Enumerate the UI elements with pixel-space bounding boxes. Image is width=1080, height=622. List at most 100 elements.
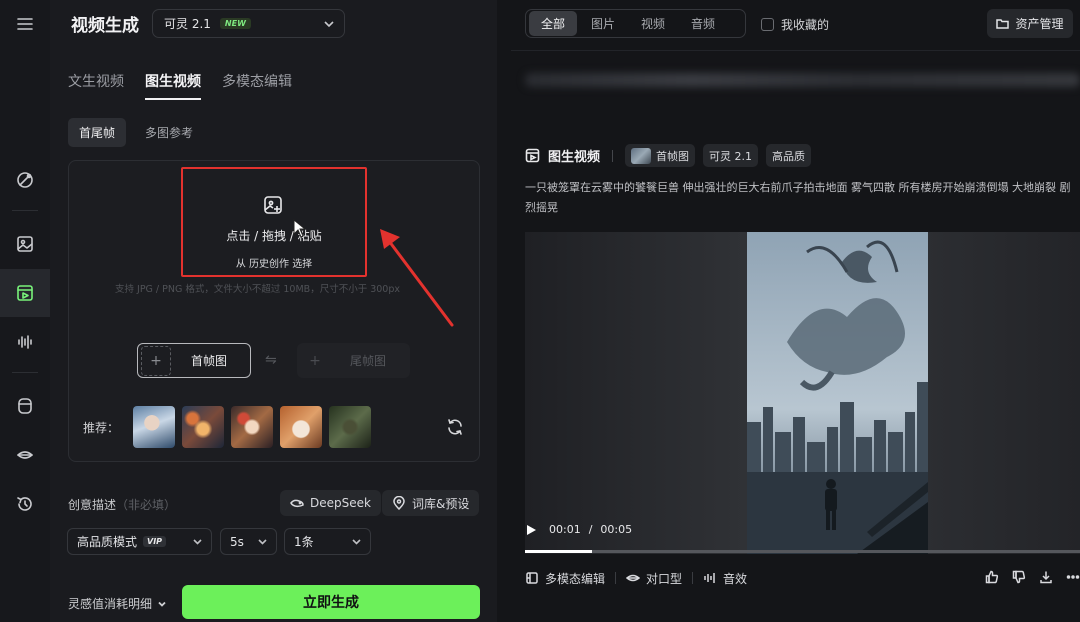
menu-icon[interactable] (0, 0, 50, 48)
divider (615, 572, 617, 584)
mouse-cursor-icon (293, 218, 307, 239)
total-time: 00:05 (600, 523, 633, 536)
new-badge: NEW (219, 18, 251, 29)
video-icon (525, 148, 540, 163)
quality-value: 高品质模式 (77, 535, 138, 549)
page-title: 视频生成 (71, 16, 139, 36)
folder-icon (996, 19, 1010, 29)
chevron-down-icon (192, 536, 203, 550)
last-frame-label: 尾帧图 (350, 354, 387, 368)
recommend-label: 推荐： (83, 421, 120, 435)
filter-tabs: 全部 图片 视频 音频 (525, 9, 746, 38)
deepseek-label: DeepSeek (310, 496, 371, 510)
sound-effect-label: 音效 (723, 571, 748, 586)
play-icon[interactable] (525, 524, 537, 536)
lips-icon[interactable] (0, 431, 50, 479)
chevron-down-icon (257, 536, 268, 550)
refresh-icon[interactable] (446, 418, 464, 436)
edit-frame-icon (526, 572, 538, 584)
recommend-thumbnail[interactable] (182, 406, 224, 448)
duration-select[interactable]: 5s (220, 528, 277, 555)
deepseek-button[interactable]: DeepSeek (280, 490, 381, 516)
plus-icon: + (141, 345, 171, 376)
magic-icon[interactable] (0, 156, 50, 204)
feedback-actions (985, 570, 1080, 584)
subtab-first-last-frame[interactable]: 首尾帧 (68, 118, 127, 147)
favorites-toggle[interactable]: 我收藏的 (761, 16, 829, 33)
rail-divider (12, 210, 38, 211)
tag-first-frame[interactable]: 首帧图 (625, 144, 696, 167)
swap-icon[interactable]: ⇋ (265, 352, 277, 368)
divider (612, 149, 614, 162)
recommend-thumbnail[interactable] (280, 406, 322, 448)
current-time: 00:01 (549, 523, 581, 536)
generation-panel: 视频生成 可灵 2.1 NEW 文生视频 图生视频 多模态编辑 首尾帧 多图参考… (50, 0, 497, 622)
last-frame-button[interactable]: + 尾帧图 (297, 343, 410, 378)
filter-audio[interactable]: 音频 (679, 11, 727, 36)
tab-multimodal-edit[interactable]: 多模态编辑 (222, 71, 292, 100)
results-area: 全部 图片 视频 音频 我收藏的 资产管理 图生视频 首帧图 可灵 2.1 高品… (511, 0, 1080, 622)
subtabs: 首尾帧 多图参考 (68, 118, 204, 147)
result-card-title: 图生视频 (548, 150, 601, 165)
count-select[interactable]: 1条 (284, 528, 371, 555)
count-value: 1条 (294, 535, 314, 549)
result-actions: 多模态编辑 对口型 音效 (525, 566, 1080, 590)
audio-wave-icon (704, 573, 715, 583)
video-player[interactable] (525, 232, 1080, 554)
first-frame-thumbnail (631, 147, 652, 164)
tag-first-frame-label: 首帧图 (656, 149, 690, 163)
recommend-thumbnail[interactable] (329, 406, 371, 448)
generate-button[interactable]: 立即生成 (182, 585, 480, 619)
filter-all[interactable]: 全部 (529, 11, 578, 36)
filter-images[interactable]: 图片 (579, 11, 627, 36)
lip-sync-button[interactable]: 对口型 (626, 570, 682, 587)
annotation-arrow-icon (380, 229, 454, 327)
vip-badge: VIP (143, 536, 167, 547)
description-title: 创意描述 (68, 498, 117, 512)
tab-text-to-video[interactable]: 文生视频 (68, 71, 124, 100)
thumbs-down-icon[interactable] (1012, 570, 1026, 584)
lips-icon (626, 574, 641, 582)
description-optional: （非必填） (116, 498, 177, 512)
more-icon[interactable] (1066, 570, 1080, 584)
download-icon[interactable] (1039, 570, 1053, 584)
tag-quality: 高品质 (766, 144, 812, 167)
avatar-icon[interactable] (0, 382, 50, 430)
whale-icon (290, 499, 304, 508)
plus-icon: + (309, 352, 321, 369)
tab-image-to-video[interactable]: 图生视频 (145, 71, 201, 100)
sound-effect-button[interactable]: 音效 (703, 570, 747, 587)
location-pin-icon (393, 496, 405, 510)
audio-icon[interactable] (0, 318, 50, 366)
video-controls: 00:01 / 00:05 (525, 523, 632, 536)
image-icon[interactable] (0, 220, 50, 268)
multimodal-edit-label: 多模态编辑 (545, 571, 606, 586)
model-name: 可灵 2.1 (164, 17, 211, 31)
multimodal-edit-button[interactable]: 多模态编辑 (525, 570, 605, 587)
highlight-box (181, 167, 367, 277)
filter-videos[interactable]: 视频 (629, 11, 677, 36)
first-frame-button[interactable]: + 首帧图 (137, 343, 251, 378)
thumbs-up-icon[interactable] (985, 570, 999, 584)
video-progress-bar[interactable] (525, 550, 1080, 553)
description-label: 创意描述（非必填） (68, 496, 176, 513)
chevron-down-icon (323, 18, 334, 28)
asset-manager-button[interactable]: 资产管理 (987, 9, 1073, 38)
video-frame (747, 232, 928, 554)
quality-select[interactable]: 高品质模式 VIP (67, 528, 212, 555)
tag-model: 可灵 2.1 (703, 144, 759, 167)
library-preset-button[interactable]: 词库&预设 (382, 490, 480, 516)
sidebar (0, 0, 50, 622)
library-preset-label: 词库&预设 (412, 496, 470, 511)
result-card-header: 图生视频 首帧图 可灵 2.1 高品质 (525, 144, 812, 167)
chevron-down-icon (351, 536, 362, 550)
model-select[interactable]: 可灵 2.1 NEW (152, 9, 345, 38)
subtab-multi-image-reference[interactable]: 多图参考 (134, 118, 204, 147)
video-icon[interactable] (0, 269, 50, 317)
favorites-checkbox[interactable] (761, 18, 774, 31)
recommend-thumbnail[interactable] (133, 406, 175, 448)
result-prompt: 一只被笼罩在云雾中的饕餮巨兽 伸出强壮的巨大右前爪子拍击地面 雾气四散 所有楼房… (525, 181, 1071, 214)
cost-details-toggle[interactable]: 灵感值消耗明细 (68, 595, 167, 612)
history-icon[interactable] (0, 480, 50, 528)
recommend-thumbnail[interactable] (231, 406, 273, 448)
